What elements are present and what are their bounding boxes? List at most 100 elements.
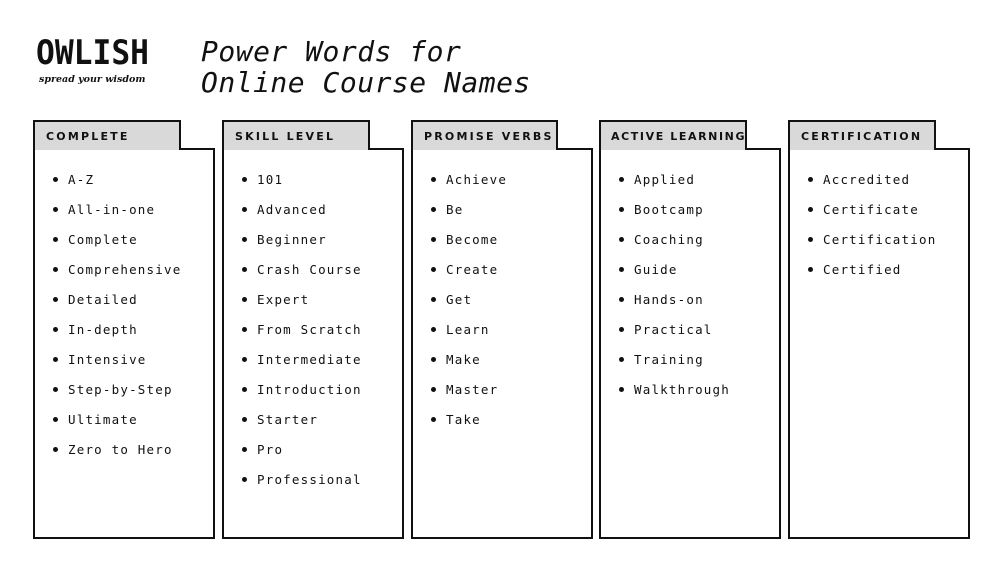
bullet-icon: [242, 357, 247, 362]
list-item: Achieve: [431, 170, 591, 200]
list-item: Intermediate: [242, 350, 402, 380]
list-item: Introduction: [242, 380, 402, 410]
category-box: Applied Bootcamp Coaching Guide Hands-on Prac…: [599, 148, 781, 539]
bullet-icon: [808, 267, 813, 272]
bullet-icon: [242, 177, 247, 182]
bullet-icon: [53, 327, 58, 332]
list-item: Practical: [619, 320, 779, 350]
category-tab: SKILL LEVEL: [222, 120, 370, 150]
list-item-text: Take: [446, 412, 481, 427]
bullet-icon: [431, 357, 436, 362]
bullet-icon: [619, 387, 624, 392]
list-item: Advanced: [242, 200, 402, 230]
list-item-text: Achieve: [446, 172, 508, 187]
category-panel-certification: CERTIFICATION Accredited Certificate Certif…: [788, 120, 970, 539]
list-item-text: Walkthrough: [634, 382, 730, 397]
bullet-icon: [431, 327, 436, 332]
category-panel-skill-level: SKILL LEVEL 101 Advanced Beginner Crash Cour…: [222, 120, 404, 539]
list-item: Complete: [53, 230, 213, 260]
list-item-text: A-Z: [68, 172, 95, 187]
word-list: Accredited Certificate Certification Certif…: [790, 150, 968, 290]
list-item-text: Learn: [446, 322, 490, 337]
bullet-icon: [431, 207, 436, 212]
word-list: Achieve Be Become Create Get Learn Make Master T…: [413, 150, 591, 440]
bullet-icon: [242, 267, 247, 272]
list-item: All-in-one: [53, 200, 213, 230]
bullet-icon: [242, 207, 247, 212]
list-item: Guide: [619, 260, 779, 290]
list-item-text: Become: [446, 232, 499, 247]
list-item-text: Bootcamp: [634, 202, 704, 217]
category-panel-active-learning: ACTIVE LEARNING Applied Bootcamp Coaching Gu…: [599, 120, 781, 539]
list-item: Beginner: [242, 230, 402, 260]
list-item-text: Certified: [823, 262, 902, 277]
category-tab: CERTIFICATION: [788, 120, 936, 150]
bullet-icon: [431, 267, 436, 272]
bullet-icon: [53, 207, 58, 212]
list-item: Training: [619, 350, 779, 380]
list-item: Coaching: [619, 230, 779, 260]
list-item-text: Certification: [823, 232, 937, 247]
list-item-text: Accredited: [823, 172, 911, 187]
bullet-icon: [242, 417, 247, 422]
list-item: Master: [431, 380, 591, 410]
list-item: Make: [431, 350, 591, 380]
list-item-text: Professional: [257, 472, 362, 487]
list-item: A-Z: [53, 170, 213, 200]
list-item: Comprehensive: [53, 260, 213, 290]
list-item: Bootcamp: [619, 200, 779, 230]
category-box: Accredited Certificate Certification Certif…: [788, 148, 970, 539]
category-panel-complete: COMPLETE A-Z All-in-one Complete Comprehensi…: [33, 120, 215, 539]
bullet-icon: [431, 237, 436, 242]
list-item-text: Comprehensive: [68, 262, 182, 277]
bullet-icon: [619, 267, 624, 272]
list-item-text: Training: [634, 352, 704, 367]
bullet-icon: [431, 417, 436, 422]
list-item: Hands-on: [619, 290, 779, 320]
list-item: Get: [431, 290, 591, 320]
list-item-text: Intensive: [68, 352, 147, 367]
list-item: Zero to Hero: [53, 440, 213, 470]
bullet-icon: [242, 387, 247, 392]
bullet-icon: [619, 327, 624, 332]
list-item: In-depth: [53, 320, 213, 350]
list-item-text: Intermediate: [257, 352, 362, 367]
list-item: Detailed: [53, 290, 213, 320]
list-item: Accredited: [808, 170, 968, 200]
list-item-text: 101: [257, 172, 284, 187]
list-item-text: Beginner: [257, 232, 327, 247]
bullet-icon: [242, 237, 247, 242]
word-list: A-Z All-in-one Complete Comprehensive Detail…: [35, 150, 213, 470]
brand-logo: OWLISH spread your wisdom: [36, 34, 159, 85]
brand-name: OWLISH: [36, 33, 150, 73]
word-list: 101 Advanced Beginner Crash Course Expert Fro…: [224, 150, 402, 500]
list-item-text: Master: [446, 382, 499, 397]
list-item: Learn: [431, 320, 591, 350]
list-item-text: Create: [446, 262, 499, 277]
list-item-text: Starter: [257, 412, 319, 427]
list-item: Starter: [242, 410, 402, 440]
bullet-icon: [619, 207, 624, 212]
page-title-line-1: Power Words for: [201, 35, 462, 68]
list-item: 101: [242, 170, 402, 200]
list-item-text: Ultimate: [68, 412, 138, 427]
list-item-text: Get: [446, 292, 473, 307]
list-item: Professional: [242, 470, 402, 500]
bullet-icon: [619, 237, 624, 242]
bullet-icon: [53, 357, 58, 362]
bullet-icon: [619, 177, 624, 182]
bullet-icon: [53, 387, 58, 392]
page-title-line-2: Online Course Names: [201, 66, 531, 99]
list-item: Crash Course: [242, 260, 402, 290]
brand-tagline: spread your wisdom: [39, 74, 146, 85]
bullet-icon: [242, 297, 247, 302]
bullet-icon: [53, 237, 58, 242]
list-item-text: Advanced: [257, 202, 327, 217]
bullet-icon: [431, 297, 436, 302]
bullet-icon: [431, 177, 436, 182]
list-item: Pro: [242, 440, 402, 470]
list-item-text: Hands-on: [634, 292, 704, 307]
bullet-icon: [619, 297, 624, 302]
list-item-text: Make: [446, 352, 481, 367]
list-item-text: Certificate: [823, 202, 919, 217]
